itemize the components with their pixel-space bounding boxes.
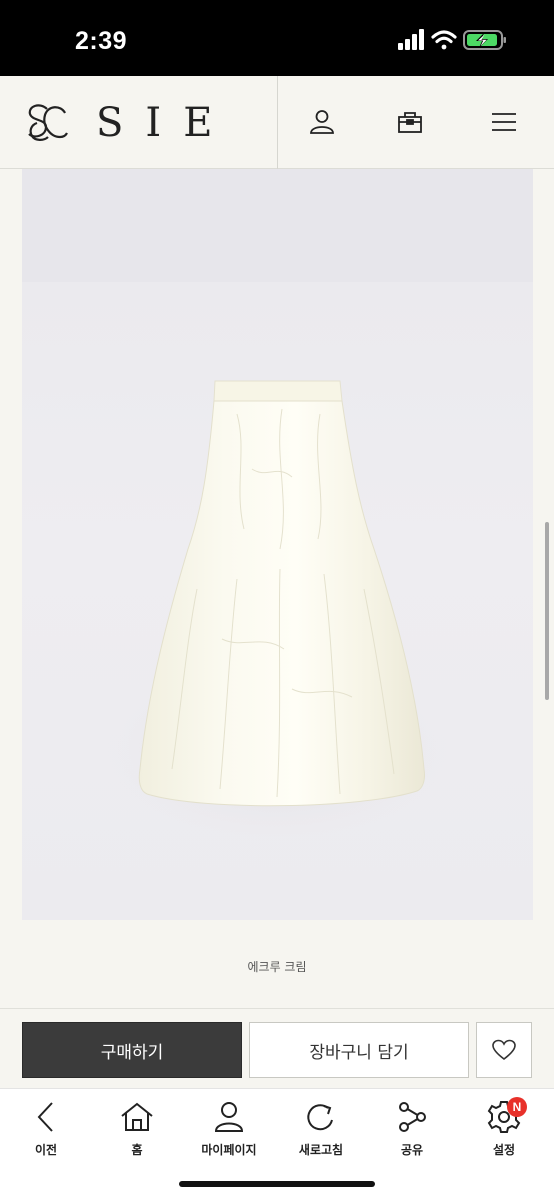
- status-bar: 2:39: [0, 0, 554, 76]
- nav-settings-label: 설정: [492, 1143, 516, 1157]
- nav-back[interactable]: 이전: [6, 1099, 86, 1165]
- buy-now-button[interactable]: 구매하기: [22, 1022, 242, 1078]
- nav-refresh[interactable]: 새로고침: [281, 1099, 361, 1165]
- person-icon: [214, 1102, 244, 1132]
- brand-logo[interactable]: SIE: [26, 101, 226, 145]
- brand-name: SIE: [96, 100, 235, 146]
- heart-icon: [492, 1039, 516, 1061]
- skirt-illustration: [107, 380, 447, 839]
- nav-settings[interactable]: N 설정: [464, 1097, 544, 1165]
- nav-back-label: 이전: [34, 1143, 58, 1157]
- battery-charging-icon: [463, 30, 506, 50]
- nav-mypage[interactable]: 마이페이지: [189, 1099, 269, 1165]
- wishlist-button[interactable]: [476, 1022, 532, 1078]
- nav-home-label: 홈: [131, 1143, 143, 1157]
- product-image[interactable]: [22, 169, 533, 920]
- nav-share-label: 공유: [400, 1143, 424, 1157]
- nav-share[interactable]: 공유: [372, 1099, 452, 1165]
- refresh-icon: [307, 1104, 333, 1131]
- nav-home[interactable]: 홈: [97, 1099, 177, 1165]
- scrollbar[interactable]: [545, 522, 549, 700]
- shopping-bag-icon[interactable]: [396, 108, 424, 136]
- purchase-bar: 구매하기 장바구니 담기: [0, 1008, 554, 1088]
- nav-mypage-label: 마이페이지: [201, 1143, 257, 1157]
- chevron-left-icon: [37, 1102, 53, 1132]
- share-icon: [399, 1102, 426, 1132]
- status-icons: [398, 28, 510, 54]
- settings-badge: N: [507, 1097, 527, 1117]
- product-caption: 에크루 크림: [247, 960, 307, 974]
- status-time: 2:39: [75, 27, 128, 55]
- signal-icon: [398, 29, 424, 50]
- account-icon[interactable]: [308, 108, 336, 136]
- add-to-cart-button[interactable]: 장바구니 담기: [249, 1022, 469, 1078]
- home-icon: [121, 1102, 153, 1131]
- home-indicator[interactable]: [179, 1181, 375, 1187]
- header-divider: [277, 76, 278, 169]
- nav-refresh-label: 새로고침: [298, 1143, 344, 1157]
- menu-icon[interactable]: [490, 108, 518, 136]
- brand-monogram-icon: [28, 104, 68, 141]
- wifi-icon: [431, 30, 457, 50]
- site-header: SIE: [0, 76, 554, 169]
